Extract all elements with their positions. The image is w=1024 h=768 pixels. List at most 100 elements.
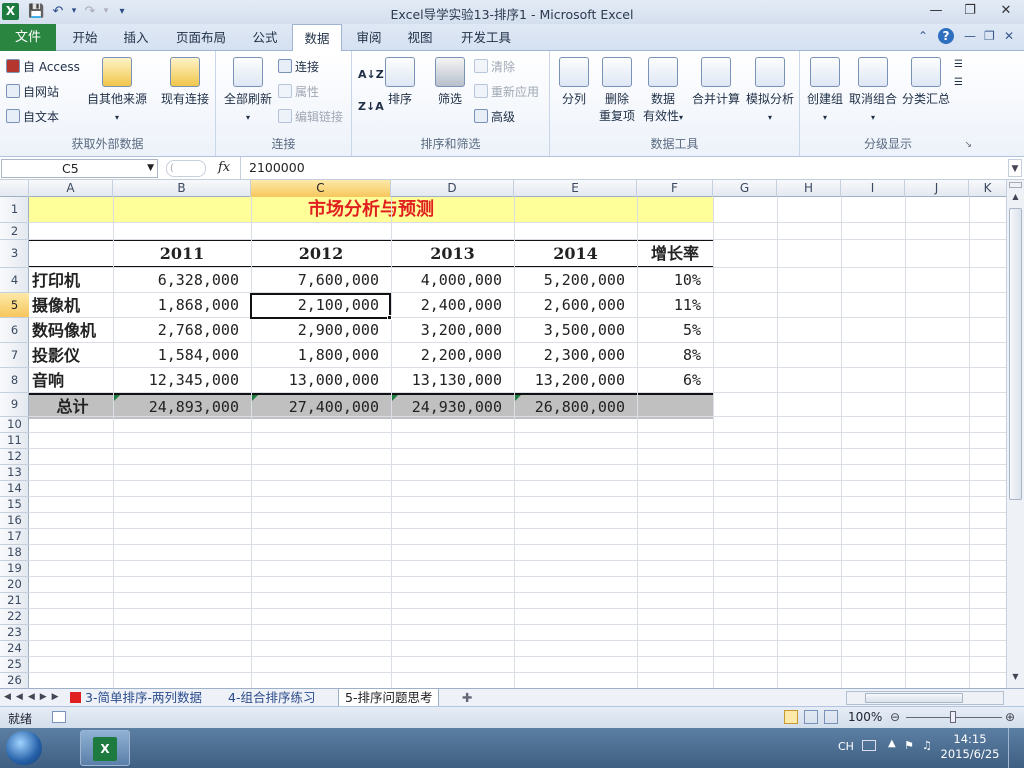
from-text-button[interactable]: 自文本 [6,107,59,127]
total-value-cell[interactable]: 24,930,000 [391,395,514,419]
sort-ascending-icon[interactable]: A↓Z [358,65,384,85]
close-icon[interactable]: ✕ [992,2,1020,20]
name-box-dropdown-icon[interactable]: ▼ [147,160,154,177]
row-header-8[interactable]: 8 [0,368,29,393]
group-button[interactable]: 创建组 ▾ [804,57,846,126]
clock[interactable]: 14:15 2015/6/25 [940,732,1000,762]
total-value-cell[interactable]: 27,400,000 [251,395,391,419]
growth-rate-cell[interactable]: 11% [637,293,713,318]
insert-sheet-icon[interactable]: ✚ [456,689,478,707]
row-header-12[interactable]: 12 [0,449,29,465]
sheet-tab-4[interactable]: 4-组合排序练习 [222,689,321,707]
advanced-filter-button[interactable]: 高级 [474,107,515,127]
value-cell[interactable]: 2,400,000 [391,293,514,318]
column-header-g[interactable]: G [713,180,777,197]
data-validation-button[interactable]: 数据 有效性▾ [640,57,686,126]
scroll-up-icon[interactable]: ▲ [1009,192,1022,206]
value-cell[interactable]: 3,200,000 [391,318,514,343]
row-header-23[interactable]: 23 [0,625,29,641]
subtotal-button[interactable]: 分类汇总 [900,57,952,108]
row-header-10[interactable]: 10 [0,417,29,433]
normal-view-icon[interactable] [784,710,798,724]
filter-button[interactable]: 筛选 [432,57,468,108]
split-box-icon[interactable] [1009,182,1022,188]
zoom-slider-thumb[interactable] [950,711,956,723]
value-cell[interactable]: 13,000,000 [251,368,391,393]
help-icon[interactable]: ? [938,28,954,44]
row-header-5[interactable]: 5 [0,293,29,318]
flag-icon[interactable]: ⚑ [904,739,914,752]
row-header-14[interactable]: 14 [0,481,29,497]
column-header-h[interactable]: H [777,180,841,197]
tray-expand-icon[interactable]: ▲ [888,738,896,749]
value-cell[interactable]: 1,800,000 [251,343,391,368]
insert-function-icon[interactable]: fx [218,160,230,175]
dialog-launcher-icon[interactable]: ↘ [964,140,972,150]
row-header-16[interactable]: 16 [0,513,29,529]
show-detail-icon[interactable]: ☰ [954,55,963,75]
column-header-j[interactable]: J [905,180,969,197]
row-header-11[interactable]: 11 [0,433,29,449]
row-header-2[interactable]: 2 [0,223,29,240]
hide-detail-icon[interactable]: ☰ [954,73,963,93]
existing-connections-button[interactable]: 现有连接 [156,57,214,108]
tab-review[interactable]: 审阅 [346,24,392,51]
minimize-icon[interactable]: — [922,2,950,20]
taskbar-excel-button[interactable]: X [80,730,130,766]
scroll-down-icon[interactable]: ▼ [1009,672,1022,686]
row-header-21[interactable]: 21 [0,593,29,609]
row-header-22[interactable]: 22 [0,609,29,625]
row-header-3[interactable]: 3 [0,240,29,268]
edit-links-button[interactable]: 编辑链接 [278,107,343,127]
header-cell[interactable]: 2012 [251,241,391,266]
growth-rate-cell[interactable]: 6% [637,368,713,393]
tab-file[interactable]: 文件 [0,24,56,51]
row-header-25[interactable]: 25 [0,657,29,673]
value-cell[interactable]: 13,130,000 [391,368,514,393]
value-cell[interactable]: 1,868,000 [113,293,251,318]
row-label-cell[interactable]: 投影仪 [29,343,113,368]
tab-insert[interactable]: 插入 [112,24,160,51]
name-box[interactable]: C5 ▼ [1,159,158,178]
column-header-f[interactable]: F [637,180,713,197]
column-header-a[interactable]: A [29,180,113,197]
error-indicator-icon[interactable] [515,395,521,401]
growth-rate-cell[interactable]: 5% [637,318,713,343]
workbook-close-icon[interactable]: ✕ [1004,29,1014,43]
column-header-d[interactable]: D [391,180,514,197]
row-header-19[interactable]: 19 [0,561,29,577]
row-header-18[interactable]: 18 [0,545,29,561]
text-to-columns-button[interactable]: 分列 [556,57,592,108]
row-header-26[interactable]: 26 [0,673,29,689]
row-header-4[interactable]: 4 [0,268,29,293]
keyboard-icon[interactable] [862,740,876,751]
tab-developer[interactable]: 开发工具 [448,24,524,51]
growth-rate-cell[interactable]: 8% [637,343,713,368]
value-cell[interactable]: 3,500,000 [514,318,637,343]
value-cell[interactable]: 4,000,000 [391,268,514,293]
zoom-in-icon[interactable]: ⊕ [1005,710,1015,724]
total-value-cell[interactable]: 26,800,000 [514,395,637,419]
value-cell[interactable]: 2,300,000 [514,343,637,368]
horizontal-scrollbar[interactable] [846,691,1004,705]
row-header-17[interactable]: 17 [0,529,29,545]
row-header-1[interactable]: 1 [0,197,29,223]
tab-view[interactable]: 视图 [396,24,444,51]
page-layout-view-icon[interactable] [804,710,818,724]
row-header-20[interactable]: 20 [0,577,29,593]
properties-button[interactable]: 属性 [278,82,319,102]
row-label-cell[interactable]: 打印机 [29,268,113,293]
language-indicator[interactable]: CH [838,740,854,753]
header-cell[interactable]: 增长率 [637,241,713,266]
tab-formulas[interactable]: 公式 [242,24,288,51]
sort-descending-icon[interactable]: Z↓A [358,97,384,117]
active-cell-selection[interactable] [250,293,391,319]
zoom-out-icon[interactable]: ⊖ [890,710,900,724]
tab-home[interactable]: 开始 [60,24,110,51]
sheet-tab-3[interactable]: 3-简单排序-两列数据 [64,689,208,707]
total-label-cell[interactable]: 总计 [29,395,113,419]
error-indicator-icon[interactable] [392,395,398,401]
value-cell[interactable]: 2,200,000 [391,343,514,368]
expand-formula-bar-icon[interactable]: ▼ [1008,159,1022,177]
column-header-i[interactable]: I [841,180,905,197]
